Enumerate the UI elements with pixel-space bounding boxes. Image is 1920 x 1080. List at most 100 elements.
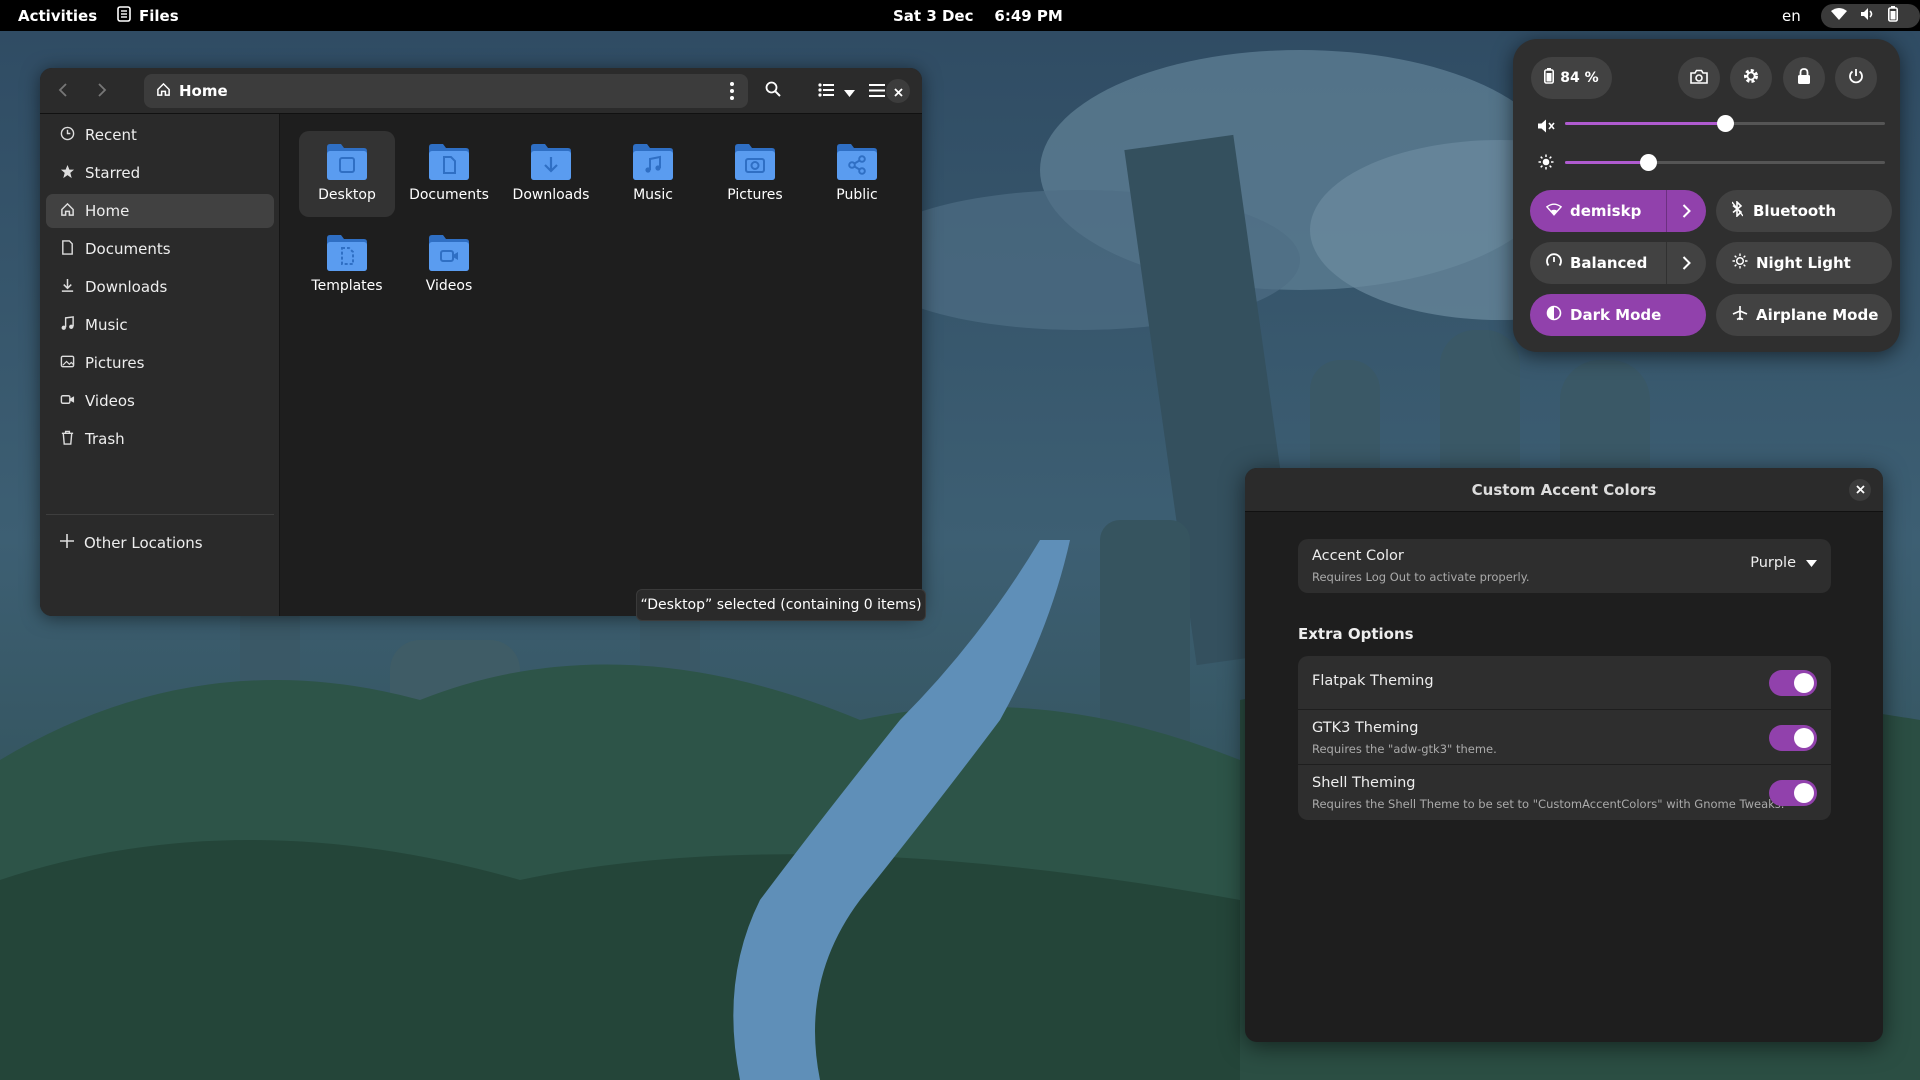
sidebar-item-starred[interactable]: Starred [46,156,274,190]
sidebar-item-recent[interactable]: Recent [46,118,274,152]
chevron-left-icon [58,82,68,101]
app-menu-button[interactable]: Files [117,6,179,26]
folder-label: Videos [425,278,473,294]
power-profile-toggle[interactable]: Balanced [1530,242,1706,284]
accent-color-value: Purple [1750,555,1796,571]
volume-slider-knob[interactable] [1717,115,1734,132]
sidebar-item-label: Documents [85,240,171,258]
dark-mode-toggle[interactable]: Dark Mode [1530,294,1706,336]
extra-options-heading: Extra Options [1298,625,1414,643]
airplane-mode-label: Airplane Mode [1756,306,1879,324]
picture-icon [60,354,75,373]
gtk3-theming-switch[interactable] [1769,725,1817,751]
power-button[interactable] [1835,57,1877,99]
sidebar-item-trash[interactable]: Trash [46,422,274,456]
brightness-slider-knob[interactable] [1640,154,1658,171]
clock-time: 6:49 PM [994,7,1063,25]
search-icon [765,81,781,101]
folder-public[interactable]: Public [809,131,905,217]
chevron-down-icon [1806,555,1817,571]
folder-downloads[interactable]: Downloads [503,131,599,217]
flatpak-theming-row[interactable]: Flatpak Theming [1298,656,1831,710]
back-button[interactable] [46,74,80,108]
more-options-icon[interactable] [730,82,734,104]
quick-settings-menu: 84 % demiskp Bluetooth Balanced Night Li… [1513,39,1900,352]
folder-templates[interactable]: Templates [299,222,395,308]
shell-theming-switch[interactable] [1769,780,1817,806]
sidebar-item-music[interactable]: Music [46,308,274,342]
sidebar-item-downloads[interactable]: Downloads [46,270,274,304]
accent-color-title: Accent Color [1312,548,1404,564]
folder-desktop[interactable]: Desktop [299,131,395,217]
gear-icon [1742,67,1760,89]
battery-status[interactable]: 84 % [1531,57,1612,99]
dark-mode-icon [1546,305,1562,325]
wifi-toggle[interactable]: demiskp [1530,190,1706,232]
view-options-button[interactable] [810,74,862,108]
sidebar-item-other-locations[interactable]: Other Locations [46,526,274,560]
volume-icon [1860,7,1876,25]
gtk3-theming-row[interactable]: GTK3 Theming Requires the "adw-gtk3" the… [1298,711,1831,765]
battery-icon [1544,68,1555,88]
dialog-headerbar: Custom Accent Colors [1245,468,1883,512]
forward-button[interactable] [85,74,119,108]
system-menu-button[interactable] [1821,4,1920,28]
settings-button[interactable] [1730,57,1772,99]
battery-icon [1888,6,1898,26]
clock-button[interactable]: Sat 3 Dec 6:49 PM [893,7,1063,25]
power-profile-menu-arrow-button[interactable] [1666,242,1706,284]
plus-icon [60,534,74,552]
activities-button[interactable]: Activities [18,7,97,25]
accent-color-dropdown[interactable]: Purple [1750,555,1817,571]
folder-view: Desktop Documents Downloads Music Pictur… [281,114,922,616]
sidebar-item-videos[interactable]: Videos [46,384,274,418]
screenshot-button[interactable] [1678,57,1720,99]
home-icon [156,82,171,101]
home-icon [60,202,75,221]
star-icon [60,164,75,183]
brightness-icon [1538,154,1554,174]
accent-color-row[interactable]: Accent Color Requires Log Out to activat… [1298,539,1831,593]
close-button[interactable] [1849,479,1871,501]
brightness-slider[interactable] [1565,154,1885,171]
sidebar-item-home[interactable]: Home [46,194,274,228]
sidebar-item-documents[interactable]: Documents [46,232,274,266]
lock-button[interactable] [1783,57,1825,99]
folder-label: Music [633,187,673,203]
folder-documents[interactable]: Documents [401,131,497,217]
flatpak-theming-switch[interactable] [1769,670,1817,696]
folder-label: Downloads [512,187,590,203]
template-icon [325,230,369,274]
night-light-icon [1732,253,1748,273]
folder-label: Pictures [727,187,783,203]
search-button[interactable] [756,74,790,108]
sidebar-item-label: Downloads [85,278,168,296]
option-subtitle: Requires the "adw-gtk3" theme. [1312,742,1497,756]
clock-date: Sat 3 Dec [893,7,974,25]
folder-label: Documents [409,187,489,203]
power-profile-label: Balanced [1570,254,1648,272]
night-light-label: Night Light [1756,254,1851,272]
sidebar-item-pictures[interactable]: Pictures [46,346,274,380]
shell-theming-row[interactable]: Shell Theming Requires the Shell Theme t… [1298,766,1831,820]
option-title: GTK3 Theming [1312,720,1419,736]
night-light-toggle[interactable]: Night Light [1716,242,1892,284]
path-bar[interactable]: Home [144,74,748,108]
power-profile-icon [1546,253,1562,273]
folder-music[interactable]: Music [605,131,701,217]
volume-muted-icon[interactable] [1537,118,1555,138]
sidebar-item-label: Trash [85,430,125,448]
bluetooth-toggle[interactable]: Bluetooth [1716,190,1892,232]
folder-label: Desktop [318,187,376,203]
wifi-menu-arrow-button[interactable] [1666,190,1706,232]
close-window-button[interactable] [886,79,910,103]
download-icon [529,139,573,183]
airplane-mode-toggle[interactable]: Airplane Mode [1716,294,1892,336]
volume-slider[interactable] [1565,115,1885,132]
document-icon [427,139,471,183]
folder-pictures[interactable]: Pictures [707,131,803,217]
keyboard-layout-indicator[interactable]: en [1782,7,1801,25]
custom-accent-colors-window: Custom Accent Colors Accent Color Requir… [1245,468,1883,1042]
folder-videos[interactable]: Videos [401,222,497,308]
wifi-network-name: demiskp [1570,202,1642,220]
